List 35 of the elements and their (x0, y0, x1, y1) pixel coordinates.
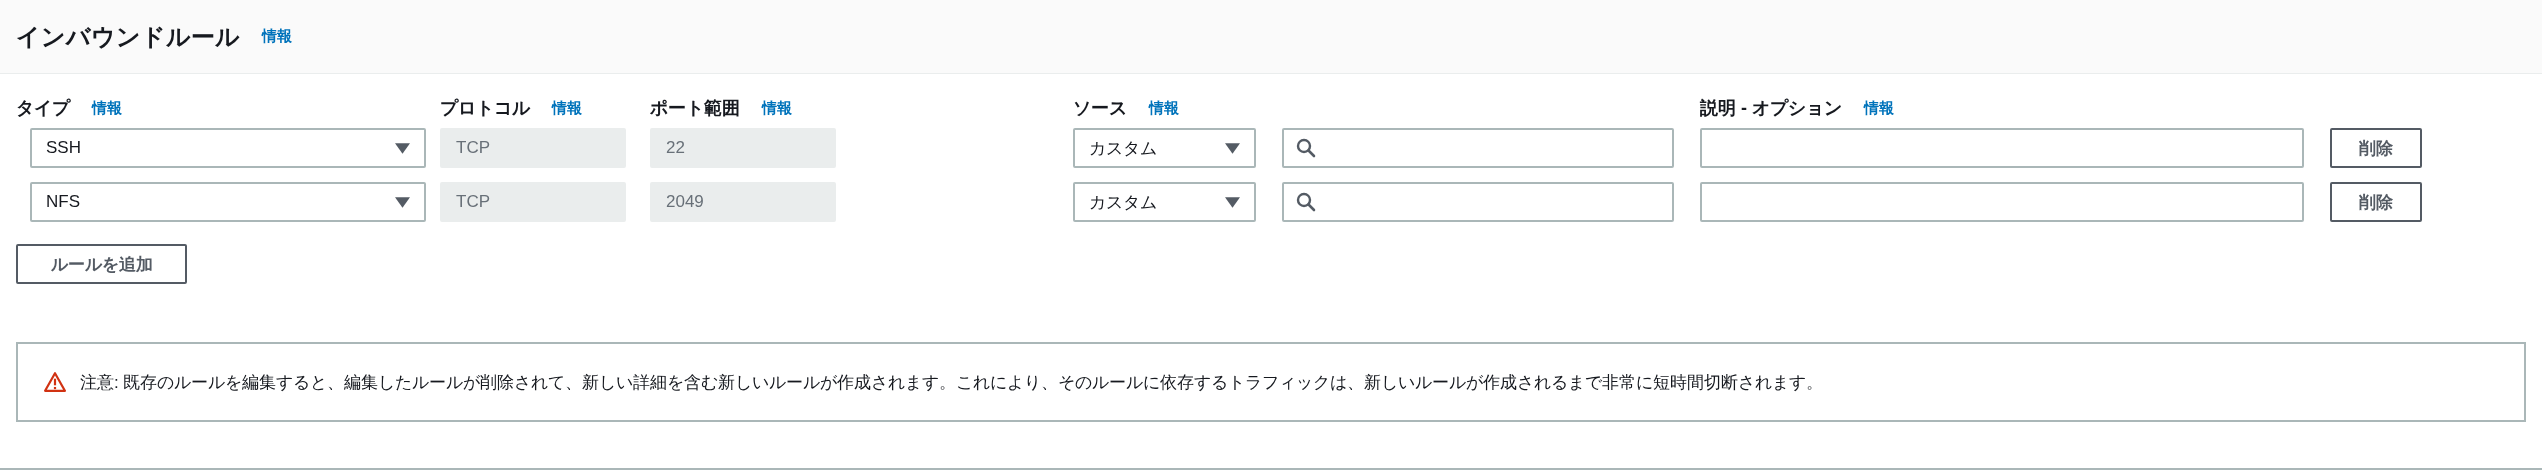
caret-icon (1225, 142, 1240, 154)
caret-icon (395, 142, 410, 154)
warning-icon (44, 371, 66, 393)
section-title: インバウンドルール (16, 21, 240, 52)
column-label: プロトコル (440, 97, 530, 120)
column-label: ソース (1073, 97, 1127, 120)
description-field[interactable] (1700, 128, 2304, 168)
column-label: ポート範囲 (650, 97, 740, 120)
warning-text: 注意: 既存のルールを編集すると、編集したルールが削除されて、新しい詳細を含む新しいルールが作成されます。これにより、そのルールに依存するトラフィックは、新しいルールが作成されるまで非常に短時間切断されます。 (80, 371, 1824, 394)
protocol-field: TCP (440, 128, 626, 168)
search-field[interactable] (1282, 128, 1674, 168)
caret-icon (395, 196, 410, 208)
protocol-field: TCP (440, 182, 626, 222)
add-rule-button[interactable]: ルールを追加 (16, 244, 187, 284)
info-link[interactable]: 情報 (552, 98, 582, 118)
port-field: 2049 (650, 182, 836, 222)
info-link[interactable]: 情報 (762, 98, 792, 118)
column-label: 説明 - オプション (1700, 97, 1842, 120)
source-select[interactable]: カスタム (1073, 182, 1256, 222)
description-field[interactable] (1700, 182, 2304, 222)
search-field[interactable] (1282, 182, 1674, 222)
info-link[interactable]: 情報 (262, 27, 292, 46)
type-select[interactable]: NFS (30, 182, 426, 222)
type-select[interactable]: SSH (30, 128, 426, 168)
delete-button[interactable]: 削除 (2330, 128, 2422, 168)
port-field: 22 (650, 128, 836, 168)
info-link[interactable]: 情報 (92, 98, 122, 118)
column-label: タイプ (16, 97, 70, 120)
search-icon (1296, 138, 1316, 158)
search-icon (1296, 192, 1316, 212)
delete-button[interactable]: 削除 (2330, 182, 2422, 222)
info-link[interactable]: 情報 (1149, 98, 1179, 118)
caret-icon (1225, 196, 1240, 208)
source-select[interactable]: カスタム (1073, 128, 1256, 168)
info-link[interactable]: 情報 (1864, 98, 1894, 118)
